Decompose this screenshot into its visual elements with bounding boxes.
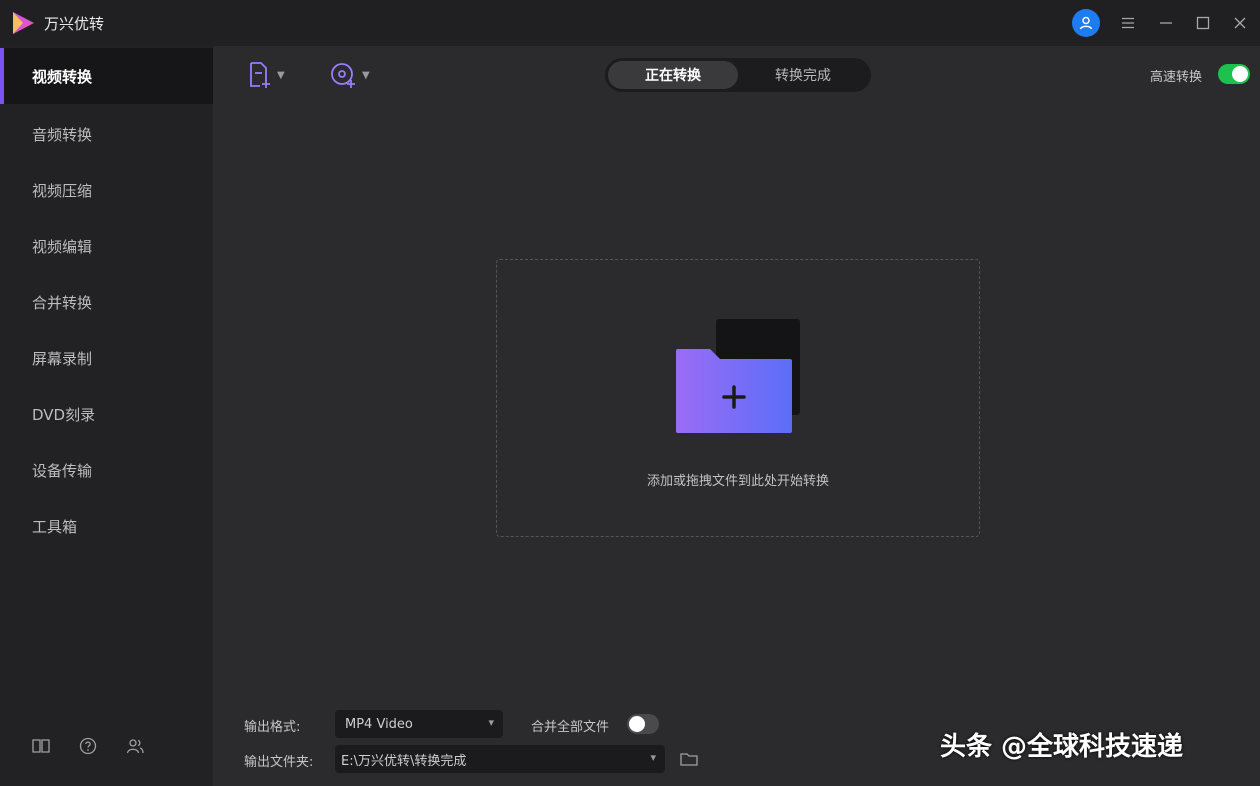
chevron-down-icon: ▾	[488, 716, 494, 729]
toggle-knob	[629, 716, 645, 732]
close-icon	[1234, 17, 1246, 29]
sidebar-item-label: 视频转换	[32, 67, 93, 86]
fast-convert-label: 高速转换	[1150, 70, 1203, 85]
title-bar: 万兴优转	[0, 0, 1260, 46]
sidebar-item-merge-convert[interactable]: 合并转换	[0, 274, 213, 330]
sidebar-item-label: 视频编辑	[32, 237, 93, 256]
sidebar-item-label: 合并转换	[32, 293, 93, 312]
fast-convert-toggle[interactable]	[1218, 64, 1250, 84]
account-avatar[interactable]	[1072, 9, 1100, 37]
add-disc-icon	[331, 63, 355, 88]
output-format-label: 输出格式:	[244, 720, 301, 735]
output-folder-label: 输出文件夹:	[244, 755, 314, 770]
app-logo-icon	[13, 12, 34, 34]
minimize-icon	[1160, 22, 1172, 24]
minimize-button[interactable]	[1154, 9, 1178, 37]
tab-converting[interactable]: 正在转换	[608, 61, 738, 89]
hamburger-icon	[1122, 17, 1134, 29]
close-button[interactable]	[1228, 9, 1252, 37]
merge-all-label: 合并全部文件	[531, 720, 610, 735]
menu-button[interactable]	[1116, 9, 1140, 37]
output-folder-select[interactable]: E:\万兴优转\转换完成 ▾	[335, 745, 665, 773]
sidebar-item-video-convert[interactable]: 视频转换	[0, 48, 213, 104]
sidebar-item-label: DVD刻录	[32, 405, 96, 424]
merge-all-toggle[interactable]	[627, 714, 659, 734]
add-disc-button[interactable]: ▼	[330, 60, 370, 90]
sidebar-item-label: 视频压缩	[32, 181, 93, 200]
drop-hint-text: 添加或拖拽文件到此处开始转换	[646, 474, 829, 489]
chevron-down-icon: ▼	[362, 69, 370, 81]
sidebar-item-label: 工具箱	[32, 517, 78, 536]
sidebar-item-label: 设备传输	[32, 461, 93, 480]
add-file-button[interactable]: ▼	[247, 60, 285, 90]
output-format-value: MP4 Video	[345, 716, 413, 732]
sidebar-item-device-transfer[interactable]: 设备传输	[0, 442, 213, 498]
watermark-text: 头条 @全球科技速递	[940, 732, 1184, 762]
help-icon[interactable]	[78, 736, 98, 756]
add-file-icon	[250, 62, 270, 88]
chevron-down-icon: ▼	[277, 69, 285, 81]
maximize-icon	[1196, 16, 1210, 30]
sidebar-item-label: 屏幕录制	[32, 349, 93, 368]
open-folder-icon[interactable]	[680, 751, 698, 767]
sidebar: 视频转换 音频转换 视频压缩 视频编辑 合并转换 屏幕录制 DVD刻录 设备传输…	[0, 46, 213, 786]
app-title: 万兴优转	[44, 15, 105, 33]
sidebar-item-label: 音频转换	[32, 125, 93, 144]
tab-converted[interactable]: 转换完成	[738, 61, 868, 89]
sidebar-item-dvd-burn[interactable]: DVD刻录	[0, 386, 213, 442]
user-group-icon[interactable]	[125, 736, 145, 756]
sidebar-item-video-edit[interactable]: 视频编辑	[0, 218, 213, 274]
sidebar-item-audio-convert[interactable]: 音频转换	[0, 106, 213, 162]
conversion-tabs: 正在转换 转换完成	[605, 58, 871, 92]
sidebar-item-toolbox[interactable]: 工具箱	[0, 498, 213, 554]
user-icon	[1079, 16, 1093, 30]
sidebar-item-video-compress[interactable]: 视频压缩	[0, 162, 213, 218]
sidebar-item-screen-record[interactable]: 屏幕录制	[0, 330, 213, 386]
add-folder-icon[interactable]	[676, 319, 802, 435]
chevron-down-icon: ▾	[650, 751, 656, 764]
output-format-select[interactable]: MP4 Video ▾	[335, 710, 503, 738]
toggle-knob	[1232, 66, 1248, 82]
book-icon[interactable]	[31, 736, 51, 756]
maximize-button[interactable]	[1191, 9, 1215, 37]
output-folder-value: E:\万兴优转\转换完成	[341, 753, 467, 769]
